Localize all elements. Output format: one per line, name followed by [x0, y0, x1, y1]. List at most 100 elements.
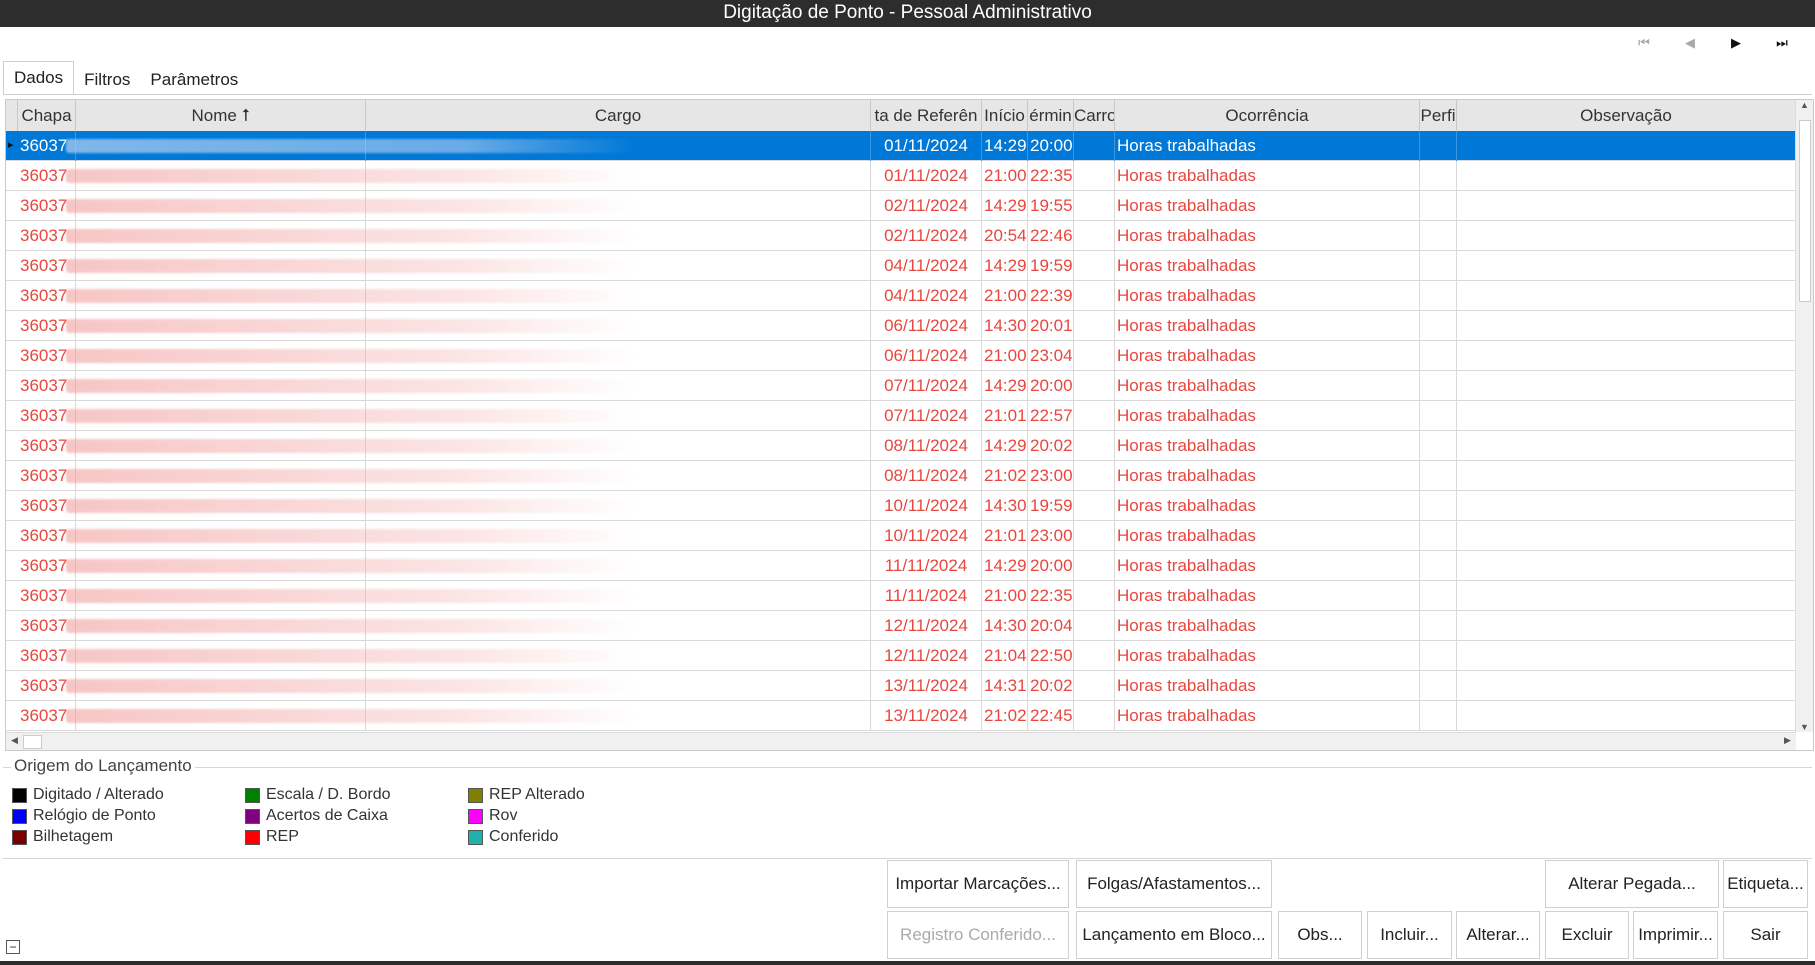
table-row[interactable]: 36037 01/11/2024 21:00 22:35 Horas trabalhad… [6, 161, 1796, 191]
tab-dados[interactable]: Dados [3, 61, 75, 95]
table-row[interactable]: 36037 06/11/2024 21:00 23:04 Horas trabalhad… [6, 341, 1796, 371]
vertical-scrollbar[interactable]: ▲ ▼ [1795, 100, 1813, 732]
column-header-inicio[interactable]: Início [982, 100, 1028, 131]
scroll-up-icon[interactable]: ▲ [1796, 100, 1813, 110]
cell-ocorrencia: Horas trabalhadas [1115, 491, 1420, 521]
scroll-right-icon[interactable]: ▶ [1779, 735, 1796, 746]
window-bottom-border [0, 961, 1815, 965]
redacted-name-cargo [66, 379, 636, 393]
imprimir-button[interactable]: Imprimir... [1633, 911, 1718, 959]
legend-swatch [468, 829, 483, 845]
table-row[interactable]: 36037 04/11/2024 21:00 22:39 Horas trabalhad… [6, 281, 1796, 311]
registro-conferido-button[interactable]: Registro Conferido... [887, 911, 1069, 959]
cell-observacao [1457, 431, 1796, 461]
row-indicator [6, 311, 18, 341]
vertical-scroll-thumb[interactable] [1799, 120, 1811, 302]
table-row[interactable]: 36037 04/11/2024 14:29 19:59 Horas trabalhad… [6, 251, 1796, 281]
table-row[interactable]: 36037 12/11/2024 21:04 22:50 Horas trabalhad… [6, 641, 1796, 671]
column-header-perfil[interactable]: Perfi [1420, 100, 1457, 131]
table-row[interactable]: 36037 08/11/2024 21:02 23:00 Horas trabalhad… [6, 461, 1796, 491]
cell-observacao [1457, 701, 1796, 731]
legend-item: REP Alterado [468, 785, 585, 805]
column-header-observacao[interactable]: Observação [1457, 100, 1796, 131]
row-indicator [6, 221, 18, 251]
cell-perfil [1420, 311, 1457, 341]
alterar-button[interactable]: Alterar... [1456, 911, 1540, 959]
table-row[interactable]: 36037 11/11/2024 21:00 22:35 Horas trabalhad… [6, 581, 1796, 611]
cell-carro [1074, 221, 1115, 251]
scroll-left-icon[interactable]: ◀ [6, 735, 23, 746]
table-row[interactable]: 36037 13/11/2024 14:31 20:02 Horas trabalhad… [6, 671, 1796, 701]
last-record-icon[interactable]: ⏭ [1759, 32, 1805, 54]
table-row[interactable]: 36037 11/11/2024 14:29 20:00 Horas trabalhad… [6, 551, 1796, 581]
cell-termino: 23:00 [1028, 461, 1074, 491]
collapse-icon[interactable]: − [6, 940, 20, 954]
column-header-data-referencia[interactable]: ta de Referên [871, 100, 982, 131]
cell-carro [1074, 641, 1115, 671]
table-row[interactable]: 36037 10/11/2024 14:30 19:59 Horas trabalhad… [6, 491, 1796, 521]
column-header-carro[interactable]: Carro [1074, 100, 1115, 131]
cell-perfil [1420, 611, 1457, 641]
cell-carro [1074, 461, 1115, 491]
tab-parametros[interactable]: Parâmetros [140, 65, 248, 95]
cell-observacao [1457, 371, 1796, 401]
cell-ocorrencia: Horas trabalhadas [1115, 131, 1420, 161]
cell-observacao [1457, 491, 1796, 521]
redacted-name-cargo [66, 619, 636, 633]
table-row[interactable]: 36037 07/11/2024 14:29 20:00 Horas trabalhad… [6, 371, 1796, 401]
incluir-button[interactable]: Incluir... [1367, 911, 1452, 959]
legend-swatch [245, 829, 260, 845]
next-record-icon[interactable]: ▶ [1713, 32, 1759, 54]
table-row[interactable]: 36037 02/11/2024 20:54 22:46 Horas trabalhad… [6, 221, 1796, 251]
cell-termino: 20:02 [1028, 431, 1074, 461]
row-indicator [6, 161, 18, 191]
column-header-cargo[interactable]: Cargo [366, 100, 871, 131]
column-header-chapa[interactable]: Chapa [18, 100, 76, 131]
excluir-button[interactable]: Excluir [1545, 911, 1629, 959]
cell-observacao [1457, 581, 1796, 611]
previous-record-icon[interactable]: ◀ [1667, 32, 1713, 54]
first-record-icon[interactable]: ⏮ [1621, 32, 1667, 54]
scroll-down-icon[interactable]: ▼ [1796, 722, 1813, 732]
horizontal-scroll-thumb[interactable] [23, 735, 42, 749]
redacted-name-cargo [66, 709, 636, 723]
cell-termino: 22:35 [1028, 581, 1074, 611]
legend-label: REP Alterado [489, 786, 585, 803]
table-row[interactable]: 36037 13/11/2024 21:02 22:45 Horas trabalhad… [6, 701, 1796, 731]
sair-button[interactable]: Sair [1723, 911, 1808, 959]
cell-ocorrencia: Horas trabalhadas [1115, 581, 1420, 611]
cell-carro [1074, 161, 1115, 191]
cell-data-referencia: 07/11/2024 [871, 371, 982, 401]
cell-perfil [1420, 461, 1457, 491]
importar-marcacoes-button[interactable]: Importar Marcações... [887, 860, 1069, 908]
redacted-name-cargo [66, 649, 636, 663]
row-indicator [6, 431, 18, 461]
table-row[interactable]: 36037 08/11/2024 14:29 20:02 Horas trabalhad… [6, 431, 1796, 461]
cell-inicio: 14:29 [982, 371, 1028, 401]
table-row[interactable]: 36037 12/11/2024 14:30 20:04 Horas trabalhad… [6, 611, 1796, 641]
table-row[interactable]: 36037 02/11/2024 14:29 19:55 Horas trabalhad… [6, 191, 1796, 221]
cell-inicio: 14:30 [982, 491, 1028, 521]
cell-termino: 23:00 [1028, 521, 1074, 551]
cell-ocorrencia: Horas trabalhadas [1115, 371, 1420, 401]
cell-data-referencia: 04/11/2024 [871, 281, 982, 311]
alterar-pegada-button[interactable]: Alterar Pegada... [1545, 860, 1719, 908]
cell-perfil [1420, 221, 1457, 251]
tab-filtros[interactable]: Filtros [74, 65, 140, 95]
table-row[interactable]: 36037 06/11/2024 14:30 20:01 Horas trabalhad… [6, 311, 1796, 341]
column-header-nome[interactable]: Nome ⭡ [76, 100, 366, 131]
table-row[interactable]: 36037 10/11/2024 21:01 23:00 Horas trabalhad… [6, 521, 1796, 551]
column-header-ocorrencia[interactable]: Ocorrência [1115, 100, 1420, 131]
table-row[interactable]: ▸ 36037 01/11/2024 14:29 20:00 Horas trabalha… [6, 131, 1796, 161]
cell-perfil [1420, 191, 1457, 221]
etiqueta-button[interactable]: Etiqueta... [1723, 860, 1808, 908]
folgas-afastamentos-button[interactable]: Folgas/Afastamentos... [1076, 860, 1272, 908]
cell-observacao [1457, 281, 1796, 311]
obs-button[interactable]: Obs... [1278, 911, 1362, 959]
table-row[interactable]: 36037 07/11/2024 21:01 22:57 Horas trabalhad… [6, 401, 1796, 431]
column-header-termino[interactable]: érmin [1028, 100, 1074, 131]
tab-divider [3, 94, 1812, 95]
horizontal-scrollbar[interactable]: ◀ ▶ [6, 732, 1796, 750]
lancamento-em-bloco-button[interactable]: Lançamento em Bloco... [1076, 911, 1272, 959]
cell-perfil [1420, 251, 1457, 281]
